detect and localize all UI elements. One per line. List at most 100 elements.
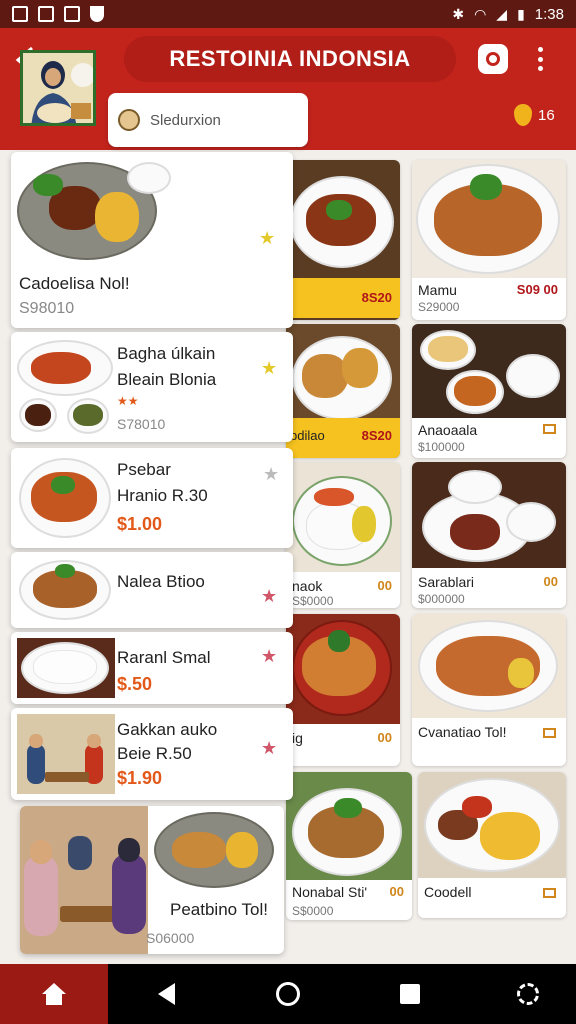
menu-card[interactable]: naok S$0000 00 bbox=[286, 462, 400, 608]
menu-item-price: S29000 bbox=[418, 300, 460, 314]
featured-item-price: $1.00 bbox=[117, 514, 163, 534]
food-photo bbox=[17, 558, 115, 622]
food-photo bbox=[286, 614, 400, 724]
shield-icon bbox=[90, 6, 104, 22]
featured-item-subname: Hranio R.30 bbox=[117, 486, 208, 505]
menu-item-price: S$0000 bbox=[292, 904, 334, 918]
food-photo bbox=[412, 160, 566, 278]
menu-item-name: Mamu bbox=[418, 282, 457, 298]
save-icon[interactable] bbox=[543, 728, 556, 738]
system-nav-bar bbox=[0, 964, 576, 1024]
back-nav-button[interactable] bbox=[136, 964, 196, 1024]
food-photo bbox=[20, 806, 148, 954]
more-options-button[interactable] bbox=[532, 44, 548, 74]
menu-card[interactable]: 8S20 bbox=[286, 160, 400, 320]
menu-item-name: Nonabal Sti' bbox=[292, 884, 368, 900]
recents-square-icon bbox=[400, 984, 420, 1004]
message-icon bbox=[64, 6, 80, 22]
price-tag: 00 bbox=[543, 574, 558, 589]
wifi-icon: ◠ bbox=[474, 6, 487, 22]
food-photo bbox=[17, 638, 115, 698]
price-strip: 8S20 bbox=[286, 278, 400, 318]
user-avatar-icon bbox=[118, 109, 140, 131]
featured-item-name: Raranl Smal bbox=[117, 648, 211, 667]
settings-button[interactable] bbox=[498, 964, 558, 1024]
more-dot-icon bbox=[537, 66, 543, 71]
featured-card[interactable]: ★ Cadoelisa Nol! S98010 bbox=[11, 152, 293, 328]
food-photo bbox=[286, 772, 412, 880]
featured-card[interactable]: ★ Gakkan auko Beie R.50 $1.90 bbox=[11, 708, 293, 800]
clock-time: 1:38 bbox=[534, 5, 564, 23]
battery-icon: ▮ bbox=[517, 6, 525, 22]
featured-item-price: S98010 bbox=[19, 300, 75, 317]
save-icon[interactable] bbox=[543, 888, 556, 898]
price-tag: S09 00 bbox=[516, 282, 558, 297]
reward-badge-icon bbox=[514, 104, 532, 126]
favorite-star-icon[interactable]: ★ bbox=[261, 358, 277, 379]
points-indicator[interactable]: 16 bbox=[514, 104, 555, 126]
favorite-star-icon[interactable]: ★ bbox=[261, 738, 277, 759]
profile-photo[interactable] bbox=[20, 50, 96, 126]
signal-icon: ◢ bbox=[496, 6, 508, 22]
menu-card[interactable]: Coodell bbox=[418, 772, 566, 918]
favorite-star-icon[interactable]: ★ bbox=[261, 586, 277, 607]
featured-card[interactable]: ★ Nalea Btioo bbox=[11, 552, 293, 628]
food-photo bbox=[17, 454, 115, 542]
search-field[interactable]: Sledurxion bbox=[108, 93, 308, 147]
featured-card[interactable]: Peatbino Tol! S06000 bbox=[20, 806, 284, 954]
price-tag: 00 bbox=[377, 578, 392, 593]
home-tab[interactable] bbox=[0, 964, 108, 1024]
price-tag: 00 bbox=[389, 884, 404, 899]
settings-gear-icon bbox=[517, 983, 539, 1005]
featured-item-price: S06000 bbox=[146, 930, 195, 946]
price-tag: 8S20 bbox=[361, 428, 392, 443]
food-photo bbox=[17, 338, 117, 436]
home-circle-icon bbox=[276, 982, 300, 1006]
food-photo bbox=[412, 614, 566, 718]
home-icon bbox=[42, 983, 66, 1005]
gallery-icon bbox=[38, 6, 54, 22]
menu-card[interactable]: Anaoaala $100000 bbox=[412, 324, 566, 458]
menu-card[interactable]: Sarablari $000000 00 bbox=[412, 462, 566, 608]
menu-item-name: Cvanatiao Tol! bbox=[418, 724, 507, 740]
home-nav-button[interactable] bbox=[258, 964, 318, 1024]
save-icon[interactable] bbox=[543, 424, 556, 434]
menu-card[interactable]: Cvanatiao Tol! bbox=[412, 614, 566, 766]
status-bar: ✱ ◠ ◢ ▮ 1:38 bbox=[0, 0, 576, 28]
menu-card[interactable]: Nonabal Sti' S$0000 00 bbox=[286, 772, 412, 920]
food-photo bbox=[412, 324, 566, 418]
menu-item-name: Anaoaala bbox=[418, 422, 478, 438]
featured-item-name: Psebar bbox=[117, 460, 171, 479]
food-photo bbox=[17, 714, 115, 794]
menu-item-name: bdilao bbox=[290, 428, 325, 443]
featured-item-name: Nalea Btioo bbox=[117, 572, 205, 591]
menu-card[interactable]: bdilao 8S20 bbox=[286, 324, 400, 458]
food-photo bbox=[15, 156, 187, 266]
price-strip: bdilao 8S20 bbox=[286, 418, 400, 458]
featured-item-subname: Bleain Blonia bbox=[117, 370, 217, 389]
featured-item-price: S78010 bbox=[117, 416, 166, 432]
favorite-star-icon[interactable]: ★ bbox=[263, 464, 279, 485]
favorite-star-icon[interactable]: ★ bbox=[259, 228, 275, 249]
favorite-star-icon[interactable]: ★ bbox=[261, 646, 277, 667]
more-dot-icon bbox=[537, 47, 543, 52]
food-photo bbox=[412, 462, 566, 568]
rating-stars: ★★ bbox=[117, 394, 139, 408]
menu-card[interactable]: ig 00 bbox=[286, 614, 400, 766]
chef-avatar-image bbox=[23, 53, 93, 123]
camera-icon bbox=[486, 52, 500, 66]
recents-nav-button[interactable] bbox=[380, 964, 440, 1024]
featured-item-name: Gakkan auko bbox=[117, 720, 218, 739]
camera-button[interactable] bbox=[478, 44, 508, 74]
featured-item-name: Cadoelisa Nol! bbox=[19, 274, 130, 293]
featured-card[interactable]: ★ Raranl Smal $.50 bbox=[11, 632, 293, 704]
featured-card[interactable]: ★ Bagha úlkain Bleain Blonia ★★ S78010 bbox=[11, 332, 293, 442]
featured-item-subname: Beie R.50 bbox=[117, 744, 192, 763]
menu-card[interactable]: Mamu S29000 S09 00 bbox=[412, 160, 566, 320]
photo-icon bbox=[12, 6, 28, 22]
featured-item-name: Bagha úlkain bbox=[117, 344, 216, 363]
points-value: 16 bbox=[538, 106, 555, 124]
featured-card[interactable]: ★ Psebar Hranio R.30 $1.00 bbox=[11, 448, 293, 548]
search-text: Sledurxion bbox=[150, 111, 221, 129]
food-photo bbox=[152, 810, 280, 892]
